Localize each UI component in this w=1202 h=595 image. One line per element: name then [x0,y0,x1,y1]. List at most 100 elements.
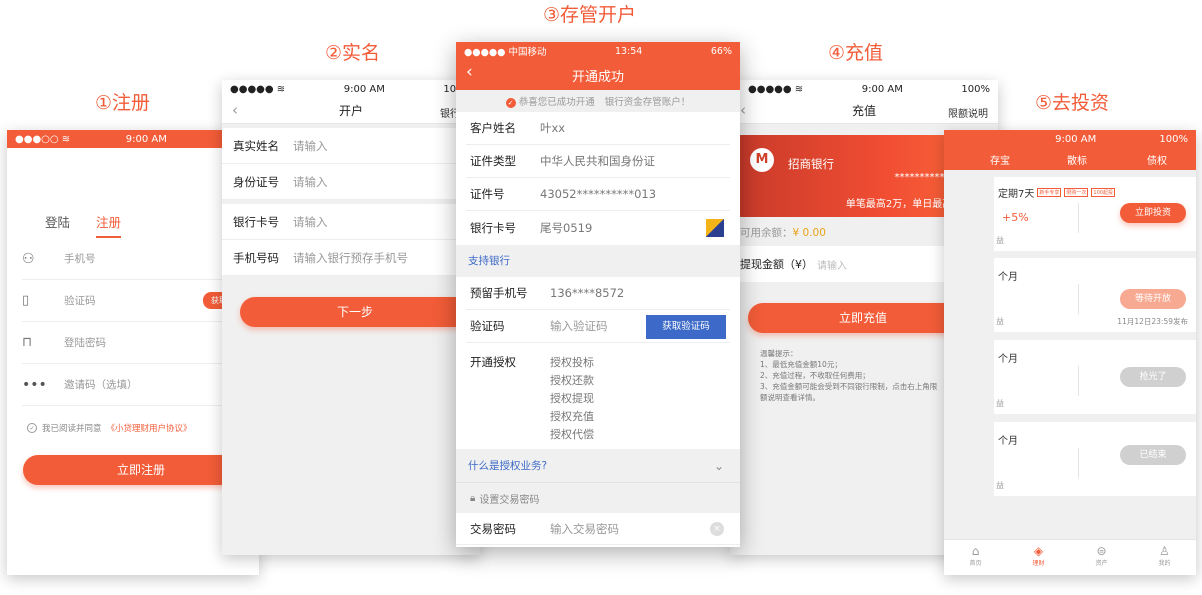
product-title: 个月 [998,272,1018,283]
auth-item: 授权提现 [550,392,594,405]
step-label-register: ①注册 [95,92,151,114]
code-input[interactable]: 验证码 [64,293,96,308]
tab-register[interactable]: 注册 [96,212,122,238]
tab-deposit[interactable]: 存宝 [944,152,1032,167]
name-input[interactable]: 请输入 [293,138,328,154]
lock-icon: ⊓ [22,335,33,350]
amount-label: 提现金额（¥） [740,258,813,271]
back-icon[interactable]: ‹ [740,101,746,119]
ended-button: 已结束 [1120,445,1186,465]
auth-item: 授权投标 [550,356,594,369]
tag: 新手专享 [1037,188,1062,197]
wallet-icon: ⊜ [1096,544,1107,558]
product-card[interactable]: 个月 益 等待开放 11月12日23:59发布 [994,258,1196,332]
balance-value: ¥ 0.00 [792,227,826,239]
support-banks-link[interactable]: 支持银行 [456,245,740,277]
more-icon: ••• [22,376,47,393]
lock-icon: 🔒︎ [470,492,476,504]
bottom-nav: ⌂ 首页 ◈ 理财 ⊜ 资产 ♙ 我的 [944,539,1196,575]
benefit-label: 益 [996,317,1004,326]
back-icon[interactable]: ‹ [232,101,238,119]
tag: 100起投 [1091,188,1115,197]
name-label: 客户姓名 [470,121,516,135]
bank-name: 招商银行 [788,157,834,171]
card-row: 银行卡号 请输入 [222,204,480,240]
page-title: 开户 [338,104,363,118]
benefit-label: 益 [996,236,1004,245]
code-label: 验证码 [470,319,505,333]
set-password-header: 🔒︎ 设置交易密码 [470,492,540,506]
phone-input[interactable]: 手机号 [64,251,96,266]
code-input[interactable]: 输入验证码 [550,318,608,334]
trade-pwd-input[interactable]: 输入交易密码 [550,521,619,537]
nav-mine[interactable]: ♙ 我的 [1133,540,1196,575]
mobile-icon: ▯ [22,293,30,308]
nav-assets[interactable]: ⊜ 资产 [1070,540,1133,575]
status-bar: 9:00 AM 100% [944,130,1196,148]
auth-item: 授权还款 [550,374,594,387]
tip-line: 3、充值金额可能会受到不同银行限制，点击右上角限 [760,382,938,391]
tip-line: 额说明查看详情。 [760,393,820,402]
benefit-label: 益 [996,399,1004,408]
back-icon[interactable]: ‹ [466,62,473,82]
name-value: 叶xx [540,121,566,135]
product-card[interactable]: 个月 益 抢光了 [994,340,1196,414]
auth-item: 授权充值 [550,410,594,423]
step-label-invest: ⑤去投资 [1035,92,1110,114]
reserved-phone-label: 预留手机号 [470,286,528,300]
product-card[interactable]: 定期7天 新手专享 限购一次 100起投 +5% 益 立即投资 [994,177,1196,251]
step-label-account: ③存管开户 [543,4,637,26]
bank-logo-icon [706,219,724,237]
agreement-link[interactable]: 《小贷理财用户协议》 [107,422,192,434]
status-bar: ●●●●● ≋9:00 AM100% [730,80,998,98]
sold-out-button: 抢光了 [1120,367,1186,387]
wait-button[interactable]: 等待开放 [1120,289,1186,309]
status-bar: ●●●●● ≋9:00 AM100% [222,80,480,98]
idno-label: 证件号 [470,187,505,201]
tips-title: 温馨提示： [760,349,798,358]
card-label: 银行卡号 [470,221,516,235]
tab-debt[interactable]: 债权 [1122,152,1192,167]
home-icon: ⌂ [971,544,980,558]
invite-input[interactable]: 邀请码（选填） [64,377,138,392]
rate: +5% [1002,211,1029,224]
product-title: 个月 [998,354,1018,365]
agree-text: 我已阅读并同意 [42,424,102,434]
page-title: 开通成功 [571,69,624,85]
user-icon: ⚇ [22,250,35,267]
tag: 限购一次 [1064,188,1089,197]
id-input[interactable]: 请输入 [293,174,328,190]
benefit-label: 益 [996,481,1004,490]
product-card[interactable]: 个月 益 已结束 [994,422,1196,496]
chevron-down-icon: ⌄ [713,458,724,473]
password-input[interactable]: 登陆密码 [64,335,106,350]
tab-loans[interactable]: 散标 [1032,152,1122,167]
limit-link[interactable]: 限额说明 [948,105,988,120]
amount-input[interactable]: 请输入 [817,257,847,272]
card-input[interactable]: 请输入 [293,214,328,230]
phone-input[interactable]: 请输入银行预存手机号 [293,250,408,266]
nav-finance[interactable]: ◈ 理财 [1007,540,1070,575]
next-button[interactable]: 下一步 [240,297,470,327]
get-code-button[interactable]: 获取验证码 [646,315,726,339]
trade-pwd-label: 交易密码 [470,521,516,536]
check-icon[interactable]: ✓ [27,423,37,433]
name-row: 真实姓名 请输入 [222,128,480,164]
nav-bar: ‹ 充值 限额说明 [730,98,998,124]
nav-bar: ‹ 开通成功 [456,60,740,90]
what-is-auth-link[interactable]: 什么是授权业务? ⌄ [456,449,740,483]
nav-home[interactable]: ⌂ 首页 [944,540,1007,575]
invest-button[interactable]: 立即投资 [1120,203,1186,223]
product-title: 个月 [998,436,1018,447]
step-label-realname: ②实名 [325,42,381,64]
tab-login[interactable]: 登陆 [45,212,70,238]
clear-icon[interactable]: × [710,522,724,536]
reserved-phone-value: 136****8572 [550,286,625,300]
id-row: 身份证号 请输入 [222,164,480,200]
publish-time: 11月12日23:59发布 [1117,317,1188,326]
account-screen: ●●●●● 中国移动 13:54 66% ‹ 开通成功 ✓ 恭喜您已成功开通 银行资金… [456,42,740,547]
product-title: 定期7天 [998,189,1035,200]
auth-item: 授权代偿 [550,428,594,441]
balance-label: 可用余额： [740,227,793,239]
finance-icon: ◈ [1033,544,1044,558]
